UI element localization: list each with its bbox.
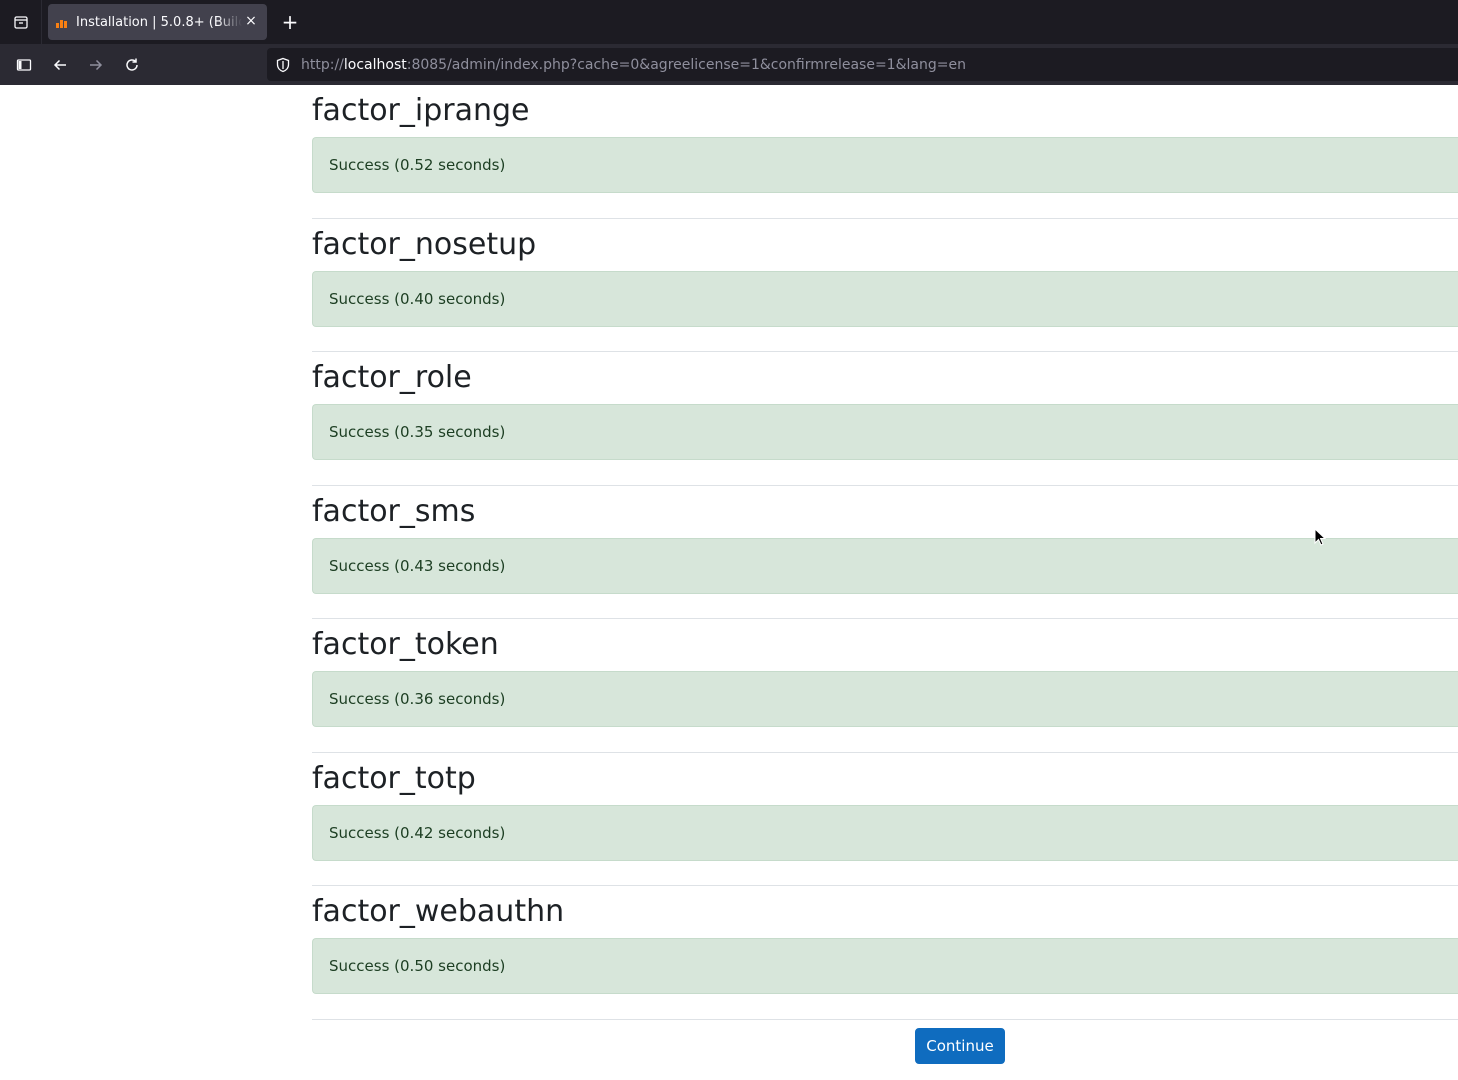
upgrade-results: factor_iprange Success (0.52 seconds) fa…: [312, 85, 1458, 1020]
back-arrow-icon[interactable]: [45, 50, 75, 80]
mouse-cursor-icon: [1314, 527, 1327, 550]
browser-tab-installation[interactable]: Installation | 5.0.8+ (Build: ×: [48, 4, 267, 40]
plugin-heading: factor_token: [312, 627, 499, 662]
close-tab-icon[interactable]: ×: [243, 13, 259, 29]
browser-nav-bar: http://localhost:8085/admin/index.php?ca…: [0, 44, 1458, 85]
sidebar-toggle-icon[interactable]: [9, 50, 39, 80]
address-bar[interactable]: http://localhost:8085/admin/index.php?ca…: [267, 48, 1458, 81]
success-alert: Success (0.50 seconds): [312, 938, 1458, 994]
plugin-section: factor_totp Success (0.42 seconds): [312, 753, 1458, 886]
plugin-section: factor_role Success (0.35 seconds): [312, 352, 1458, 486]
plugin-section: factor_token Success (0.36 seconds): [312, 619, 1458, 753]
plugin-heading: factor_totp: [312, 760, 476, 796]
url-host: localhost: [343, 56, 407, 73]
success-alert: Success (0.42 seconds): [312, 804, 1458, 861]
moodle-favicon-icon: [56, 16, 70, 28]
tab-title: Installation | 5.0.8+ (Build:: [76, 14, 242, 30]
plugin-heading: factor_iprange: [312, 93, 530, 128]
success-alert: Success (0.52 seconds): [312, 137, 1458, 193]
url-text: http://localhost:8085/admin/index.php?ca…: [301, 57, 966, 73]
plugin-section: factor_iprange Success (0.52 seconds): [312, 85, 1458, 219]
tab-list-icon[interactable]: [0, 0, 42, 44]
shield-icon[interactable]: [275, 57, 291, 73]
forward-arrow-icon[interactable]: [81, 50, 111, 80]
success-alert: Success (0.35 seconds): [312, 404, 1458, 460]
reload-icon[interactable]: [117, 50, 147, 80]
new-tab-button[interactable]: +: [276, 8, 304, 36]
success-alert: Success (0.43 seconds): [312, 537, 1458, 594]
plugin-section: factor_sms Success (0.43 seconds): [312, 486, 1458, 619]
plugin-heading: factor_webauthn: [312, 894, 565, 929]
url-path: :8085/admin/index.php?cache=0&agreelicen…: [406, 56, 966, 73]
plugin-heading: factor_sms: [312, 493, 476, 529]
browser-tab-bar: Installation | 5.0.8+ (Build: × +: [0, 0, 1458, 44]
plugin-section: factor_webauthn Success (0.50 seconds): [312, 886, 1458, 1020]
plugin-heading: factor_nosetup: [312, 226, 537, 262]
plugin-section: factor_nosetup Success (0.40 seconds): [312, 219, 1458, 352]
url-prefix: http://: [301, 56, 344, 73]
success-alert: Success (0.36 seconds): [312, 671, 1458, 727]
plugin-heading: factor_role: [312, 360, 472, 395]
continue-wrapper: Continue: [915, 1028, 1005, 1064]
continue-button[interactable]: Continue: [915, 1028, 1005, 1064]
success-alert: Success (0.40 seconds): [312, 270, 1458, 327]
